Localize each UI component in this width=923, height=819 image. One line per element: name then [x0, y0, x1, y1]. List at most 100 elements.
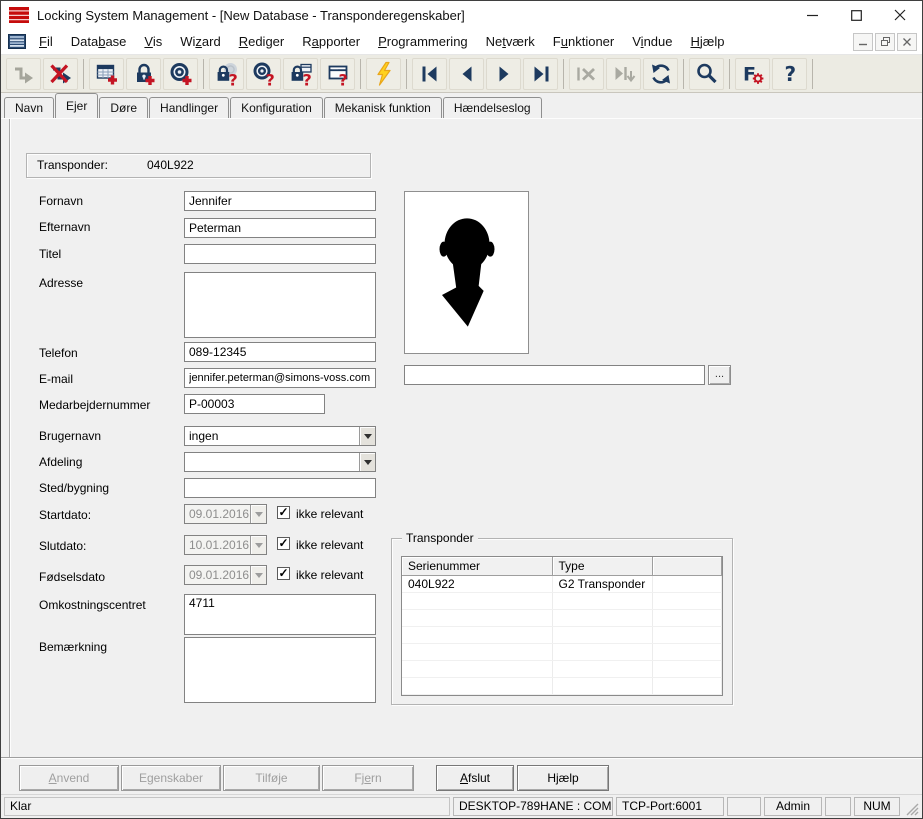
table-cell — [402, 643, 552, 660]
close-icon — [894, 9, 906, 21]
mdi-window-controls — [853, 33, 917, 51]
sted-bygning-input[interactable] — [184, 478, 376, 498]
status-num: NUM — [854, 797, 900, 816]
menu-item-fil[interactable]: Fil — [30, 29, 62, 54]
table-row-empty — [402, 677, 722, 694]
startdato-combo-value: 09.01.2016 — [185, 505, 250, 523]
toolbar-separator — [360, 59, 361, 89]
client-frame-line — [9, 119, 10, 757]
toolbar-button-previous-record[interactable] — [449, 58, 484, 90]
person-silhouette-icon — [417, 200, 517, 345]
telefon-label: Telefon — [39, 346, 78, 360]
toolbar-button-new-transponder[interactable] — [163, 58, 198, 90]
telefon-input[interactable] — [184, 342, 376, 362]
toolbar-button-read-lock[interactable]: ? — [209, 58, 244, 90]
tab-ejer[interactable]: Ejer — [55, 93, 98, 118]
svg-text:?: ? — [338, 70, 347, 87]
menu-item-vis[interactable]: Vis — [135, 29, 171, 54]
brugernavn-combo[interactable]: ingen — [184, 426, 376, 446]
toolbar-button-read-transponder[interactable]: ? — [246, 58, 281, 90]
brugernavn-combo-value: ingen — [185, 427, 359, 445]
menu-item-database[interactable]: Database — [62, 29, 136, 54]
efternavn-input[interactable] — [184, 218, 376, 238]
status-computer-com: DESKTOP-789HANE : COM(*) — [453, 797, 613, 816]
toolbar-button-search[interactable] — [689, 58, 724, 90]
table-cell — [652, 660, 722, 677]
titel-input[interactable] — [184, 244, 376, 264]
tab-konfiguration[interactable]: Konfiguration — [230, 97, 323, 118]
photo-path-input[interactable] — [404, 365, 705, 385]
svg-text:?: ? — [302, 70, 311, 87]
fornavn-input[interactable] — [184, 191, 376, 211]
toolbar-button-new-locking-system[interactable] — [89, 58, 124, 90]
properties-button: Egenskaber — [121, 765, 221, 791]
foedselsdato-checkbox[interactable] — [277, 567, 290, 580]
column-header-type[interactable]: Type — [552, 557, 652, 575]
adresse-textarea[interactable] — [184, 272, 376, 338]
bemaerkning-label: Bemærkning — [39, 640, 107, 654]
toolbar-button-next-record[interactable] — [486, 58, 521, 90]
toolbar-button-new-lock[interactable] — [126, 58, 161, 90]
column-header-serienummer[interactable]: Serienummer — [402, 557, 552, 575]
toolbar-button-filter-settings[interactable]: F — [735, 58, 770, 90]
tab-mekanisk-funktion[interactable]: Mekanisk funktion — [324, 97, 442, 118]
table-cell — [402, 660, 552, 677]
menu-item-funktioner[interactable]: Funktioner — [544, 29, 623, 54]
bemaerkning-textarea[interactable] — [184, 637, 376, 703]
mdi-restore-button[interactable] — [875, 33, 895, 51]
cancel-icon — [574, 61, 600, 87]
menu-item-vindue[interactable]: Vindue — [623, 29, 681, 54]
menu-item-wizard[interactable]: Wizard — [171, 29, 229, 54]
browse-button[interactable]: ... — [708, 365, 731, 385]
table-row[interactable]: 040L922G2 Transponder — [402, 575, 722, 592]
menu-bar: FilDatabaseVisWizardRedigerRapporterProg… — [1, 29, 922, 55]
menu-item-rediger[interactable]: Rediger — [230, 29, 294, 54]
slutdato-checkbox[interactable] — [277, 537, 290, 550]
toolbar-button-last-record[interactable] — [523, 58, 558, 90]
menu-item-hjaelp[interactable]: Hjælp — [681, 29, 733, 54]
toolbar-button-refresh[interactable] — [643, 58, 678, 90]
toolbar-button-read-window[interactable]: ? — [320, 58, 355, 90]
table-row-empty — [402, 694, 722, 696]
column-header-blank[interactable] — [652, 557, 722, 575]
omkostningscentret-textarea[interactable]: 4711 — [184, 594, 376, 635]
chevron-down-icon[interactable] — [359, 453, 375, 471]
mdi-minimize-button[interactable] — [853, 33, 873, 51]
toolbar-separator — [83, 59, 84, 89]
startdato-checkbox[interactable] — [277, 506, 290, 519]
minimize-icon — [807, 10, 818, 21]
close-button[interactable] — [878, 1, 922, 29]
menu-item-netvaerk[interactable]: Netværk — [477, 29, 544, 54]
toolbar-button-disconnect[interactable] — [43, 58, 78, 90]
table-cell — [652, 575, 722, 592]
chevron-down-icon[interactable] — [359, 427, 375, 445]
maximize-button[interactable] — [834, 1, 878, 29]
toolbar-button-first-record[interactable] — [412, 58, 447, 90]
mdi-close-button[interactable] — [897, 33, 917, 51]
medarbejdernummer-input[interactable] — [184, 394, 325, 414]
resize-grip[interactable] — [903, 797, 919, 816]
tab-haendelseslog[interactable]: Hændelseslog — [443, 97, 542, 118]
exit-button[interactable]: Afslut — [436, 765, 514, 791]
menu-item-rapporter[interactable]: Rapporter — [293, 29, 369, 54]
table-cell — [552, 626, 652, 643]
tab-navn[interactable]: Navn — [4, 97, 54, 118]
toolbar-button-help[interactable]: ? — [772, 58, 807, 90]
tab-dore[interactable]: Døre — [99, 97, 148, 118]
menu-item-programmering[interactable]: Programmering — [369, 29, 477, 54]
tab-handlinger[interactable]: Handlinger — [149, 97, 229, 118]
first-record-icon — [417, 61, 443, 87]
table-row-empty — [402, 592, 722, 609]
table-cell: G2 Transponder — [552, 575, 652, 592]
email-input[interactable] — [184, 368, 376, 388]
table-cell — [552, 660, 652, 677]
help-button[interactable]: Hjælp — [517, 765, 609, 791]
minimize-button[interactable] — [790, 1, 834, 29]
owner-photo — [404, 191, 529, 354]
toolbar-button-program[interactable] — [366, 58, 401, 90]
toolbar-button-commit — [606, 58, 641, 90]
afdeling-combo[interactable] — [184, 452, 376, 472]
toolbar-button-read-mifare[interactable]: ? — [283, 58, 318, 90]
mdi-restore-icon — [881, 37, 890, 46]
mdi-minimize-icon — [859, 38, 867, 46]
